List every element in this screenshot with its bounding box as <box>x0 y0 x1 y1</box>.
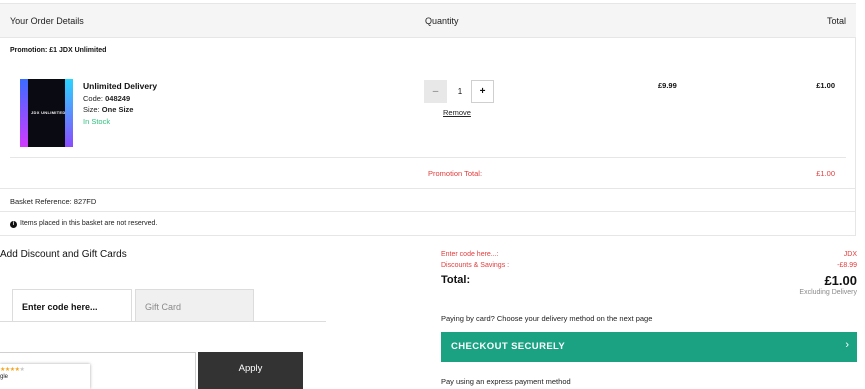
promotion-line: Promotion: £1 JDX Unlimited <box>10 47 107 54</box>
unit-price: £9.99 <box>658 81 677 90</box>
quantity-value: 1 <box>457 87 463 96</box>
stock-status: In Stock <box>83 117 111 126</box>
details-header: Your Order Details <box>10 16 84 26</box>
discount-title: Add Discount and Gift Cards <box>0 249 127 260</box>
checkout-button[interactable]: CHECKOUT SECURELY › <box>441 332 857 362</box>
code-applied-label: Enter code here...: <box>441 251 499 258</box>
promotion-total-label: Promotion Total: <box>428 169 483 178</box>
decrease-quantity-button[interactable]: – <box>424 80 447 103</box>
basket-reference: Basket Reference: 827FD <box>10 197 97 206</box>
code-applied-value: JDX <box>843 251 857 258</box>
remove-link[interactable]: Remove <box>443 108 471 117</box>
apply-button[interactable]: Apply <box>198 352 303 389</box>
divider <box>0 211 856 212</box>
google-label: gle <box>0 374 9 380</box>
order-table-header: Your Order Details Quantity Total <box>0 4 856 38</box>
product-code: Code: 048249 <box>83 94 131 103</box>
savings-label: Discounts & Savings : <box>441 262 510 269</box>
total-value: £1.00 <box>824 273 857 288</box>
product-image[interactable]: JDX UNLIMITED <box>20 79 73 147</box>
order-details-panel: Your Order Details Quantity Total Promot… <box>0 3 856 236</box>
total-header: Total <box>826 16 846 26</box>
chevron-right-icon: › <box>845 339 849 351</box>
rating-stars: ★★★★★ <box>0 367 25 373</box>
savings-value: -£8.99 <box>837 262 857 269</box>
tab-gift-card[interactable]: Gift Card <box>135 289 254 322</box>
total-label: Total: <box>441 274 471 286</box>
express-payment-note: Pay using an express payment method <box>441 377 571 386</box>
promotion-total-value: £1.00 <box>816 169 835 178</box>
increase-quantity-button[interactable]: + <box>471 80 494 103</box>
product-name[interactable]: Unlimited Delivery <box>83 81 157 91</box>
checkout-label: CHECKOUT SECURELY <box>451 341 566 352</box>
product-logo: JDX UNLIMITED <box>31 110 66 115</box>
google-rating-badge[interactable]: ★★★★★ gle <box>0 364 90 389</box>
info-icon: i <box>10 221 17 228</box>
excluding-delivery: Excluding Delivery <box>799 289 857 296</box>
reserve-note: i Items placed in this basket are not res… <box>10 220 157 228</box>
tab-enter-code[interactable]: Enter code here... <box>12 289 132 322</box>
divider <box>0 188 856 189</box>
product-size: Size: One Size <box>83 105 134 114</box>
divider <box>10 157 846 158</box>
tab-underline <box>0 321 326 322</box>
paying-by-card-note: Paying by card? Choose your delivery met… <box>441 314 653 323</box>
quantity-header: Quantity <box>425 16 459 26</box>
line-total: £1.00 <box>816 81 835 90</box>
